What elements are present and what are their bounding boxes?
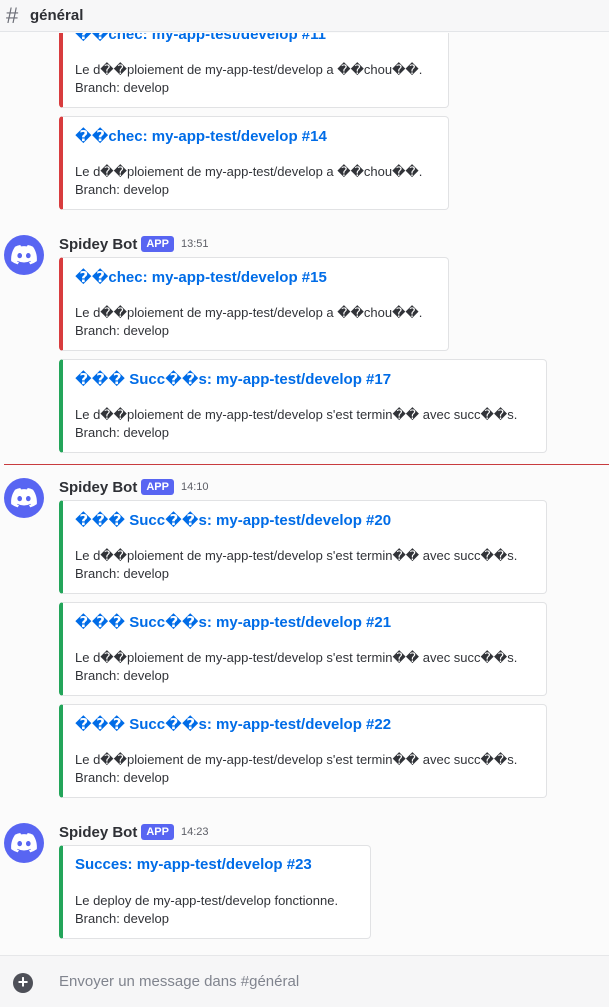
app-badge: APP [141, 824, 174, 840]
message-header: Spidey Bot APP 14:23 [59, 821, 209, 843]
embed-card[interactable]: ��� Succ��s: my-app-test/develop #21 Le … [59, 602, 547, 696]
embed-card[interactable]: ��� Succ��s: my-app-test/develop #20 Le … [59, 500, 547, 594]
embed-title[interactable]: ��� Succ��s: my-app-test/develop #17 [75, 370, 391, 388]
message-input[interactable]: Envoyer un message dans #général [59, 973, 299, 990]
embed-title[interactable]: ��chec: my-app-test/develop #14 [75, 127, 327, 145]
message-list[interactable]: ��chec: my-app-test/develop #11 Le d��pl… [0, 33, 609, 955]
embed-desc-line: Le d��ploiement de my-app-test/develop a… [75, 164, 423, 179]
embed-description: Le deploy de my-app-test/develop fonctio… [75, 892, 338, 928]
bot-avatar[interactable] [4, 823, 44, 863]
bot-avatar[interactable] [4, 235, 44, 275]
message-header: Spidey Bot APP 13:51 [59, 233, 209, 255]
message-composer[interactable]: + Envoyer un message dans #général [0, 955, 609, 1007]
hash-icon: # [6, 2, 19, 28]
timestamp[interactable]: 14:23 [181, 826, 209, 838]
bot-avatar[interactable] [4, 478, 44, 518]
embed-card[interactable]: Succes: my-app-test/develop #23 Le deplo… [59, 845, 371, 939]
embed-title[interactable]: Succes: my-app-test/develop #23 [75, 856, 312, 873]
message-header: Spidey Bot APP 14:10 [59, 476, 209, 498]
timestamp[interactable]: 13:51 [181, 238, 209, 250]
embed-card[interactable]: ��� Succ��s: my-app-test/develop #22 Le … [59, 704, 547, 798]
embed-description: Le d��ploiement de my-app-test/develop s… [75, 649, 517, 685]
embed-description: Le d��ploiement de my-app-test/develop s… [75, 406, 517, 442]
embed-desc-line: Le d��ploiement de my-app-test/develop s… [75, 752, 518, 767]
app-badge: APP [141, 236, 174, 252]
embed-description: Le d��ploiement de my-app-test/develop s… [75, 751, 517, 787]
author-name[interactable]: Spidey Bot [59, 236, 137, 253]
author-name[interactable]: Spidey Bot [59, 479, 137, 496]
channel-header: # général [0, 0, 609, 32]
discord-logo-icon [11, 488, 37, 508]
embed-description: Le d��ploiement de my-app-test/develop s… [75, 547, 517, 583]
embed-title[interactable]: ��� Succ��s: my-app-test/develop #20 [75, 511, 391, 529]
embed-card[interactable]: ��chec: my-app-test/develop #14 Le d��pl… [59, 116, 449, 210]
embed-description: Le d��ploiement de my-app-test/develop a… [75, 163, 422, 199]
embed-card[interactable]: ��chec: my-app-test/develop #11 Le d��pl… [59, 33, 449, 108]
embed-branch: Branch: develop [75, 323, 169, 338]
timestamp[interactable]: 14:10 [181, 481, 209, 493]
embed-desc-line: Le d��ploiement de my-app-test/develop a… [75, 305, 423, 320]
embed-title[interactable]: ��� Succ��s: my-app-test/develop #21 [75, 613, 391, 631]
embed-title[interactable]: ��� Succ��s: my-app-test/develop #22 [75, 715, 391, 733]
embed-desc-line: Le d��ploiement de my-app-test/develop s… [75, 407, 518, 422]
author-name[interactable]: Spidey Bot [59, 824, 137, 841]
embed-branch: Branch: develop [75, 182, 169, 197]
embed-branch: Branch: develop [75, 911, 169, 926]
embed-desc-line: Le d��ploiement de my-app-test/develop s… [75, 548, 518, 563]
discord-logo-icon [11, 245, 37, 265]
embed-branch: Branch: develop [75, 668, 169, 683]
embed-branch: Branch: develop [75, 770, 169, 785]
embed-description: Le d��ploiement de my-app-test/develop a… [75, 61, 422, 97]
plus-circle-icon[interactable]: + [13, 973, 33, 993]
embed-card[interactable]: ��� Succ��s: my-app-test/develop #17 Le … [59, 359, 547, 453]
embed-branch: Branch: develop [75, 80, 169, 95]
embed-title[interactable]: ��chec: my-app-test/develop #15 [75, 268, 327, 286]
channel-name[interactable]: général [30, 7, 83, 24]
embed-card[interactable]: ��chec: my-app-test/develop #15 Le d��pl… [59, 257, 449, 351]
embed-branch: Branch: develop [75, 566, 169, 581]
embed-title[interactable]: ��chec: my-app-test/develop #11 [75, 33, 326, 43]
embed-desc-line: Le d��ploiement de my-app-test/develop s… [75, 650, 518, 665]
app-badge: APP [141, 479, 174, 495]
embed-desc-line: Le d��ploiement de my-app-test/develop a… [75, 62, 423, 77]
new-messages-divider [4, 464, 609, 465]
embed-description: Le d��ploiement de my-app-test/develop a… [75, 304, 422, 340]
embed-branch: Branch: develop [75, 425, 169, 440]
discord-logo-icon [11, 833, 37, 853]
embed-desc-line: Le deploy de my-app-test/develop fonctio… [75, 893, 339, 908]
